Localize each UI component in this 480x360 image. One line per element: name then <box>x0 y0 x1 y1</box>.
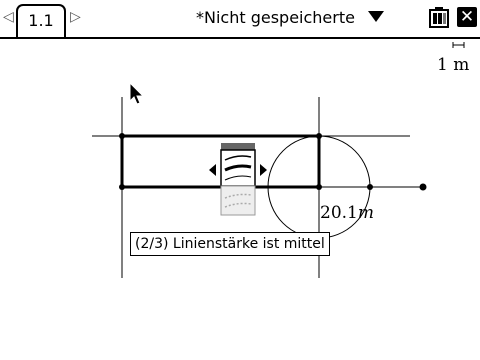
point[interactable] <box>316 184 322 190</box>
length-measurement[interactable]: 20.1m <box>320 203 374 223</box>
measurement-value: 20.1 <box>320 203 358 223</box>
measurement-unit: m <box>357 203 374 223</box>
tooltip: (2/3) Linienstärke ist mittel <box>130 232 330 256</box>
line-weight-tool-icon[interactable] <box>209 143 267 217</box>
point[interactable] <box>119 184 125 190</box>
scale-label: 1 m <box>437 55 470 75</box>
pointer-cursor-icon <box>129 82 145 105</box>
point[interactable] <box>419 183 427 191</box>
point[interactable] <box>119 133 125 139</box>
point[interactable] <box>367 184 373 190</box>
point[interactable] <box>316 133 322 139</box>
